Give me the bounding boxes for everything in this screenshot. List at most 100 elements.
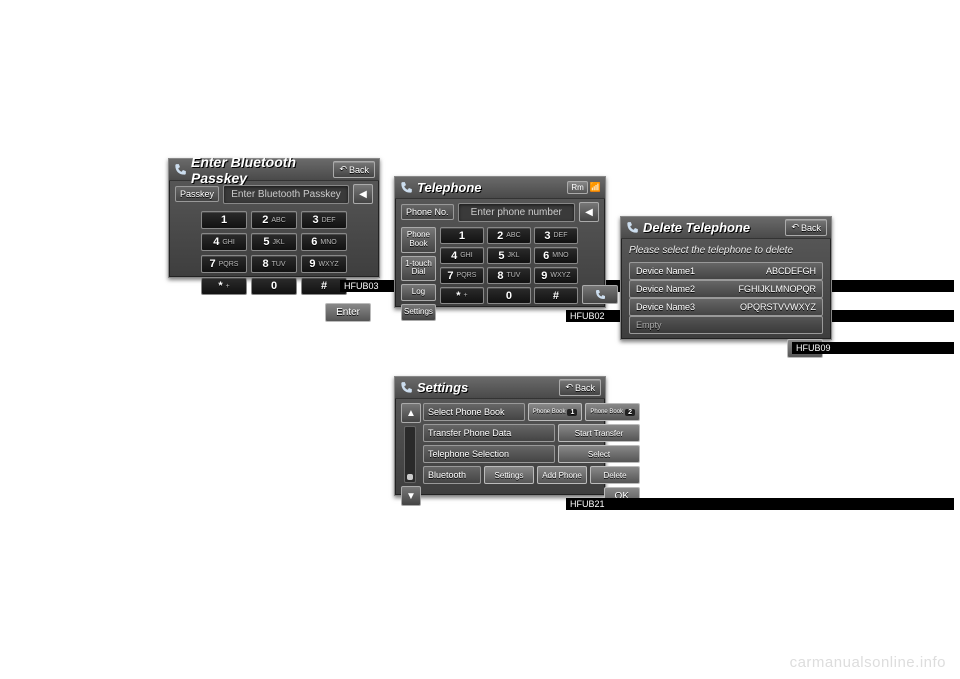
key-digit: * — [218, 280, 222, 292]
back-button[interactable]: ↶ Back — [333, 161, 375, 178]
pb1-text: Phone Book — [533, 409, 566, 415]
keypad-key-6[interactable]: 6MNO — [534, 247, 578, 264]
enter-bluetooth-passkey-panel: Enter Bluetooth Passkey ↶ Back Passkey E… — [168, 158, 380, 278]
key-digit: 4 — [213, 236, 219, 248]
passkey-title: Enter Bluetooth Passkey — [191, 154, 333, 186]
phone-book-2-button[interactable]: Phone Book 2 — [585, 403, 640, 421]
key-letters: WXYZ — [318, 261, 338, 268]
phone-book-button[interactable]: Phone Book — [401, 227, 436, 253]
panel-code: HFUB09 — [792, 342, 954, 354]
telephone-side-buttons: Phone Book 1-touch Dial Log Settings — [401, 227, 436, 321]
back-button[interactable]: ↶ Back — [785, 219, 827, 236]
device-label: Device Name3 — [636, 302, 695, 312]
telephone-titlebar: Telephone Rm 📶 — [395, 177, 605, 199]
scroll-column: ▲ ▼ — [401, 403, 419, 506]
keypad-key-5[interactable]: 5JKL — [487, 247, 531, 264]
key-digit: 5 — [498, 250, 504, 262]
watermark: carmanualsonline.info — [790, 654, 946, 671]
keypad-key-8[interactable]: 8 TUV — [251, 255, 297, 273]
log-button[interactable]: Log — [401, 284, 436, 301]
scroll-thumb — [407, 474, 413, 480]
keypad-key-4[interactable]: 4GHI — [440, 247, 484, 264]
phone-book-1-button[interactable]: Phone Book 1 — [528, 403, 583, 421]
key-digit: # — [553, 290, 559, 302]
key-digit: 1 — [221, 214, 227, 226]
key-digit: 3 — [544, 230, 550, 242]
back-arrow-icon: ↶ — [339, 164, 347, 175]
transfer-phone-data-label: Transfer Phone Data — [423, 424, 555, 442]
keypad-key-2[interactable]: 2ABC — [487, 227, 531, 244]
key-letters: JKL — [273, 239, 285, 246]
key-digit: 7 — [447, 270, 453, 282]
select-button[interactable]: Select — [558, 445, 640, 463]
scroll-down-button[interactable]: ▼ — [401, 486, 421, 506]
key-letters: DEF — [322, 217, 336, 224]
keypad-key-1[interactable]: 1 — [440, 227, 484, 244]
keypad-key-0[interactable]: 0 — [251, 277, 297, 295]
pb2-text: Phone Book — [590, 409, 623, 415]
keypad-key-4[interactable]: 4GHI — [201, 233, 247, 251]
settings-title: Settings — [417, 380, 559, 395]
keypad-key-7[interactable]: 7 PQRS — [440, 267, 484, 284]
roaming-indicator: Rm — [567, 181, 587, 194]
keypad-key-1[interactable]: 1 — [201, 211, 247, 229]
keypad-key-*[interactable]: *+ — [440, 287, 484, 304]
keypad-key-6[interactable]: 6MNO — [301, 233, 347, 251]
scroll-up-button[interactable]: ▲ — [401, 403, 421, 423]
back-button[interactable]: ↶ Back — [559, 379, 601, 396]
settings-titlebar: Settings ↶ Back — [395, 377, 605, 399]
keypad-key-7[interactable]: 7PQRS — [201, 255, 247, 273]
keypad-key-9[interactable]: 9WXYZ — [534, 267, 578, 284]
backspace-icon: ◀ — [585, 207, 593, 218]
phone-number-row: Phone No. Enter phone number ◀ — [395, 199, 605, 225]
key-digit: 8 — [497, 270, 503, 282]
keypad-key-8[interactable]: 8TUV — [487, 267, 531, 284]
call-button[interactable] — [582, 285, 618, 304]
key-letters: PQRS — [457, 272, 477, 279]
key-digit: 3 — [312, 214, 318, 226]
phone-icon — [399, 381, 413, 395]
key-letters: TUV — [272, 261, 286, 268]
key-digit: 1 — [459, 230, 465, 242]
settings-rows: Select Phone Book Phone Book 1 Phone Boo… — [423, 403, 640, 506]
device-value: ABCDEFGH — [766, 266, 816, 276]
one-touch-dial-button[interactable]: 1-touch Dial — [401, 256, 436, 282]
key-digit: 8 — [262, 258, 268, 270]
device-value: OPQRSTVVWXYZ — [740, 302, 816, 312]
backspace-button[interactable]: ◀ — [579, 202, 599, 222]
back-label: Back — [349, 165, 369, 175]
device-row-empty: Empty — [629, 316, 823, 334]
add-phone-button[interactable]: Add Phone — [537, 466, 587, 484]
keypad-key-3[interactable]: 3DEF — [534, 227, 578, 244]
keypad-key-3[interactable]: 3 DEF — [301, 211, 347, 229]
keypad-key-2[interactable]: 2ABC — [251, 211, 297, 229]
start-transfer-button[interactable]: Start Transfer — [558, 424, 640, 442]
settings-button[interactable]: Settings — [401, 304, 436, 321]
back-arrow-icon: ↶ — [791, 222, 799, 233]
device-row[interactable]: Device Name2FGHIJKLMNOPQR — [629, 280, 823, 298]
telephone-title: Telephone — [417, 180, 563, 195]
key-digit: 2 — [497, 230, 503, 242]
device-row[interactable]: Device Name3 OPQRSTVVWXYZ — [629, 298, 823, 316]
key-digit: 4 — [451, 250, 457, 262]
enter-button[interactable]: Enter — [325, 303, 371, 322]
backspace-button[interactable]: ◀ — [353, 184, 373, 204]
keypad-key-*[interactable]: *+ — [201, 277, 247, 295]
delete-button[interactable]: Delete — [590, 466, 640, 484]
key-letters: PQRS — [219, 261, 239, 268]
key-letters: ABC — [506, 232, 520, 239]
scroll-track[interactable] — [404, 426, 416, 483]
phone-number-input[interactable]: Enter phone number — [458, 203, 575, 222]
key-digit: 0 — [506, 290, 512, 302]
key-letters: TUV — [506, 272, 520, 279]
device-row[interactable]: Device Name1ABCDEFGH — [629, 262, 823, 280]
keypad-key-9[interactable]: 9WXYZ — [301, 255, 347, 273]
key-digit: 9 — [541, 270, 547, 282]
keypad-key-5[interactable]: 5JKL — [251, 233, 297, 251]
keypad-key-0[interactable]: 0 — [487, 287, 531, 304]
passkey-input[interactable]: Enter Bluetooth Passkey — [223, 185, 349, 204]
bluetooth-label: Bluetooth — [423, 466, 481, 484]
key-letters: ABC — [271, 217, 285, 224]
keypad-key-#[interactable]: # — [534, 287, 578, 304]
bluetooth-settings-button[interactable]: Settings — [484, 466, 534, 484]
